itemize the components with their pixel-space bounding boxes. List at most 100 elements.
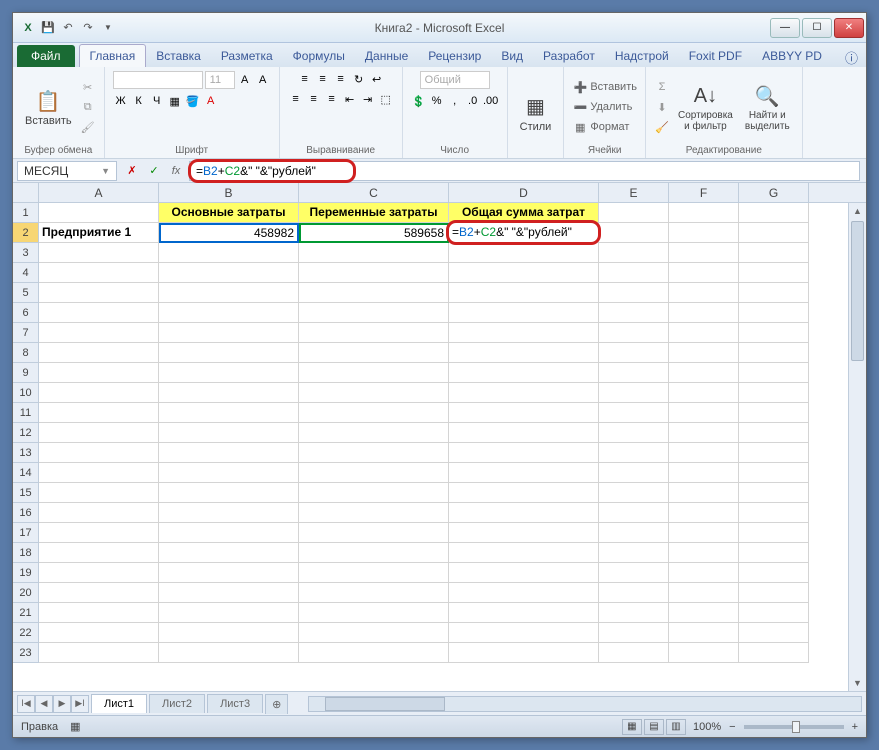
cell[interactable]	[159, 243, 299, 263]
cell[interactable]	[299, 383, 449, 403]
row-header-20[interactable]: 20	[13, 583, 38, 603]
row-header-13[interactable]: 13	[13, 443, 38, 463]
grow-font-icon[interactable]: A	[237, 72, 253, 88]
cell[interactable]	[39, 543, 159, 563]
decrease-indent-icon[interactable]: ⇤	[342, 91, 358, 107]
cell[interactable]	[599, 283, 669, 303]
copy-icon[interactable]: ⧉	[80, 99, 96, 115]
row-header-12[interactable]: 12	[13, 423, 38, 443]
cell[interactable]	[299, 483, 449, 503]
row-header-23[interactable]: 23	[13, 643, 38, 663]
select-all-corner[interactable]	[13, 183, 39, 203]
underline-icon[interactable]: Ч	[149, 93, 165, 109]
sheet-nav-first-icon[interactable]: I◀	[17, 695, 35, 713]
cell[interactable]	[669, 583, 739, 603]
view-pagebreak-icon[interactable]: ▥	[666, 719, 686, 735]
cell-g2[interactable]	[739, 223, 809, 243]
cell[interactable]	[449, 243, 599, 263]
tab-addins[interactable]: Надстрой	[605, 45, 679, 67]
cell[interactable]	[299, 643, 449, 663]
row-header-6[interactable]: 6	[13, 303, 38, 323]
cell[interactable]	[299, 503, 449, 523]
sheet-tab-3[interactable]: Лист3	[207, 694, 263, 713]
cell[interactable]	[39, 423, 159, 443]
tab-formulas[interactable]: Формулы	[283, 45, 355, 67]
delete-cells-label[interactable]: Удалить	[590, 101, 632, 113]
row-header-18[interactable]: 18	[13, 543, 38, 563]
row-header-15[interactable]: 15	[13, 483, 38, 503]
cell[interactable]	[669, 283, 739, 303]
col-header-d[interactable]: D	[449, 183, 599, 202]
cell[interactable]	[159, 503, 299, 523]
cell[interactable]	[599, 583, 669, 603]
row-header-8[interactable]: 8	[13, 343, 38, 363]
cell[interactable]	[299, 263, 449, 283]
cell[interactable]	[739, 263, 809, 283]
cell[interactable]	[669, 623, 739, 643]
cell[interactable]	[739, 483, 809, 503]
row-header-5[interactable]: 5	[13, 283, 38, 303]
align-middle-icon[interactable]: ≡	[315, 71, 331, 87]
cell[interactable]	[299, 363, 449, 383]
cell[interactable]	[39, 523, 159, 543]
font-name-combo[interactable]	[113, 71, 203, 89]
cell[interactable]	[449, 363, 599, 383]
cell[interactable]	[449, 303, 599, 323]
scroll-up-icon[interactable]: ▲	[849, 203, 866, 219]
font-color-icon[interactable]: A	[203, 93, 219, 109]
cell[interactable]	[39, 443, 159, 463]
row-header-11[interactable]: 11	[13, 403, 38, 423]
cell[interactable]	[739, 523, 809, 543]
horizontal-scrollbar[interactable]	[308, 696, 862, 712]
cell[interactable]	[159, 423, 299, 443]
cell[interactable]	[39, 383, 159, 403]
cell[interactable]	[299, 463, 449, 483]
cell[interactable]	[599, 243, 669, 263]
col-header-f[interactable]: F	[669, 183, 739, 202]
cell[interactable]	[669, 523, 739, 543]
cell[interactable]	[159, 403, 299, 423]
increase-decimal-icon[interactable]: .0	[465, 93, 481, 109]
cell[interactable]	[449, 463, 599, 483]
autosum-icon[interactable]: Σ	[654, 79, 670, 95]
currency-icon[interactable]: 💲	[411, 93, 427, 109]
sort-filter-button[interactable]: A↓ Сортировка и фильтр	[674, 80, 737, 134]
cell[interactable]	[39, 583, 159, 603]
cell[interactable]	[599, 643, 669, 663]
cell[interactable]	[739, 543, 809, 563]
clear-icon[interactable]: 🧹	[654, 119, 670, 135]
tab-layout[interactable]: Разметка	[211, 45, 283, 67]
cell[interactable]	[299, 583, 449, 603]
percent-icon[interactable]: %	[429, 93, 445, 109]
row-header-1[interactable]: 1	[13, 203, 38, 223]
tab-developer[interactable]: Разработ	[533, 45, 605, 67]
cell[interactable]	[669, 383, 739, 403]
tab-insert[interactable]: Вставка	[146, 45, 211, 67]
fill-icon[interactable]: ⬇	[654, 99, 670, 115]
row-header-19[interactable]: 19	[13, 563, 38, 583]
cancel-formula-icon[interactable]: ✗	[123, 162, 141, 180]
cell-g1[interactable]	[739, 203, 809, 223]
cell[interactable]	[669, 643, 739, 663]
cell[interactable]	[739, 503, 809, 523]
close-button[interactable]: ✕	[834, 18, 864, 38]
row-header-17[interactable]: 17	[13, 523, 38, 543]
cell[interactable]	[159, 483, 299, 503]
cell[interactable]	[159, 623, 299, 643]
sheet-tab-2[interactable]: Лист2	[149, 694, 205, 713]
cell[interactable]	[449, 423, 599, 443]
cell[interactable]	[599, 263, 669, 283]
tab-abbyy[interactable]: ABBYY PD	[752, 45, 832, 67]
cell[interactable]	[599, 503, 669, 523]
cell[interactable]	[39, 283, 159, 303]
cell[interactable]	[299, 323, 449, 343]
vertical-scrollbar[interactable]: ▲ ▼	[848, 203, 866, 691]
cell[interactable]	[669, 423, 739, 443]
insert-cells-label[interactable]: Вставить	[590, 81, 637, 93]
cell-b2[interactable]: 458982	[159, 223, 299, 243]
cell[interactable]	[449, 323, 599, 343]
cell[interactable]	[739, 563, 809, 583]
cell-e2[interactable]	[599, 223, 669, 243]
cell[interactable]	[299, 523, 449, 543]
view-layout-icon[interactable]: ▤	[644, 719, 664, 735]
